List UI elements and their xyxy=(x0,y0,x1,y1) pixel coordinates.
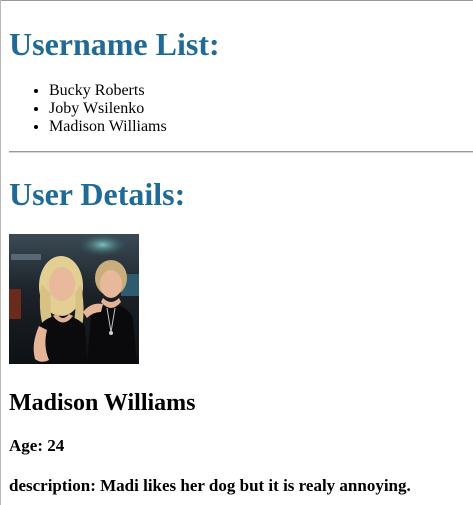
username-list: Bucky Roberts Joby Wsilenko Madison Will… xyxy=(9,82,167,136)
top-border xyxy=(0,0,473,1)
username-list-title: Username List: xyxy=(9,26,220,62)
user-details-title: User Details: xyxy=(9,176,186,212)
user-photo-image xyxy=(9,234,139,364)
list-item-bucky-roberts[interactable]: Bucky Roberts xyxy=(49,82,167,100)
user-detail-name: Madison Williams xyxy=(9,390,196,416)
user-description: description: Madi likes her dog but it i… xyxy=(9,476,411,495)
list-item-madison-williams[interactable]: Madison Williams xyxy=(49,118,167,136)
section-divider xyxy=(9,151,473,153)
user-photo xyxy=(9,234,139,364)
list-item-joby-wsilenko[interactable]: Joby Wsilenko xyxy=(49,100,167,118)
user-age: Age: 24 xyxy=(9,436,65,455)
left-border xyxy=(0,0,1,505)
